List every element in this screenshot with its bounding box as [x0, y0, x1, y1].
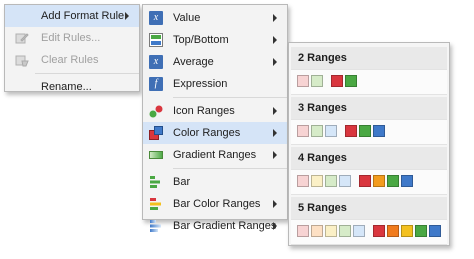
- gallery-section-title: 3 Ranges: [291, 97, 447, 119]
- light-color-range-swatch[interactable]: [311, 75, 323, 87]
- gallery-row-2-ranges: [291, 69, 447, 95]
- dark-color-range-swatch[interactable]: [401, 225, 413, 237]
- dark-color-range-swatch[interactable]: [387, 175, 399, 187]
- dark-color-range-swatch[interactable]: [359, 125, 371, 137]
- menu-item-clear-rules[interactable]: Clear Rules: [5, 49, 139, 71]
- menu-item-label: Add Format Rule: [41, 10, 125, 22]
- dark-color-range-swatch[interactable]: [429, 225, 441, 237]
- menu-item-bar[interactable]: Bar: [143, 171, 287, 193]
- gallery-section-title: 5 Ranges: [291, 197, 447, 219]
- light-color-range-swatch[interactable]: [311, 175, 323, 187]
- submenu-arrow-icon: [273, 222, 277, 230]
- menu-item-icon-ranges[interactable]: Icon Ranges: [143, 100, 287, 122]
- menu-item-label: Value: [173, 12, 201, 24]
- dark-color-range-swatch[interactable]: [401, 175, 413, 187]
- color-ranges-gallery: 2 Ranges 3 Ranges 4 Ranges 5 Ranges: [288, 42, 450, 246]
- menu-item-label: Edit Rules...: [41, 32, 101, 44]
- menu-separator: [35, 73, 139, 74]
- light-color-range-swatch[interactable]: [325, 125, 337, 137]
- menu-item-label: Bar Gradient Ranges: [173, 220, 277, 232]
- light-color-range-swatch[interactable]: [339, 225, 351, 237]
- menu-item-color-ranges[interactable]: Color Ranges: [143, 122, 287, 144]
- menu-item-add-format-rule[interactable]: Add Format Rule: [5, 5, 139, 27]
- submenu-arrow-icon: [125, 12, 129, 20]
- dark-color-range-swatch[interactable]: [387, 225, 399, 237]
- dark-color-range-swatch[interactable]: [415, 225, 427, 237]
- light-color-range-swatch[interactable]: [297, 175, 309, 187]
- gallery-section-title: 4 Ranges: [291, 147, 447, 169]
- bar-icon: [150, 176, 160, 188]
- light-color-range-swatch[interactable]: [325, 175, 337, 187]
- submenu-arrow-icon: [273, 129, 277, 137]
- format-rule-submenu: x Value Top/Bottom x Average f Expressio…: [142, 4, 288, 232]
- submenu-arrow-icon: [273, 58, 277, 66]
- menu-item-label: Rename...: [41, 81, 92, 93]
- light-color-range-swatch[interactable]: [325, 225, 337, 237]
- menu-item-expression[interactable]: f Expression: [143, 73, 287, 95]
- menu-item-label: Color Ranges: [173, 127, 241, 139]
- menu-item-bar-gradient-ranges[interactable]: Bar Gradient Ranges: [143, 215, 287, 237]
- dark-color-range-swatch[interactable]: [331, 75, 343, 87]
- menu-item-gradient-ranges[interactable]: Gradient Ranges: [143, 144, 287, 166]
- submenu-arrow-icon: [273, 200, 277, 208]
- light-color-range-swatch[interactable]: [339, 175, 351, 187]
- menu-item-value[interactable]: x Value: [143, 7, 287, 29]
- edit-rules-icon: [15, 33, 29, 44]
- top-bottom-icon: [149, 33, 163, 47]
- light-color-range-swatch[interactable]: [297, 125, 309, 137]
- menu-item-label: Bar Color Ranges: [173, 198, 261, 210]
- menu-item-label: Top/Bottom: [173, 34, 229, 46]
- menu-item-label: Gradient Ranges: [173, 149, 257, 161]
- dark-color-range-swatch[interactable]: [373, 125, 385, 137]
- gradient-ranges-icon: [149, 151, 163, 159]
- value-fx-icon: x: [149, 11, 163, 25]
- color-ranges-icon: [149, 126, 163, 140]
- dark-color-range-swatch[interactable]: [359, 175, 371, 187]
- bar-color-ranges-icon: [150, 198, 161, 210]
- menu-separator: [173, 97, 287, 98]
- light-color-range-swatch[interactable]: [311, 225, 323, 237]
- light-color-range-swatch[interactable]: [297, 225, 309, 237]
- menu-item-label: Bar: [173, 176, 191, 188]
- dark-color-range-swatch[interactable]: [345, 75, 357, 87]
- menu-item-bar-color-ranges[interactable]: Bar Color Ranges: [143, 193, 287, 215]
- gallery-row-3-ranges: [291, 119, 447, 145]
- menu-separator: [173, 168, 287, 169]
- dark-color-range-swatch[interactable]: [373, 225, 385, 237]
- dark-color-range-swatch[interactable]: [373, 175, 385, 187]
- icon-ranges-icon: [149, 105, 163, 118]
- light-color-range-swatch[interactable]: [311, 125, 323, 137]
- light-color-range-swatch[interactable]: [297, 75, 309, 87]
- average-fx-icon: x: [149, 55, 163, 69]
- submenu-arrow-icon: [273, 107, 277, 115]
- submenu-arrow-icon: [273, 36, 277, 44]
- light-color-range-swatch[interactable]: [353, 225, 365, 237]
- gallery-row-4-ranges: [291, 169, 447, 195]
- expression-fx-icon: f: [149, 77, 163, 91]
- dark-color-range-swatch[interactable]: [345, 125, 357, 137]
- gallery-section-title: 2 Ranges: [291, 47, 447, 69]
- bar-gradient-ranges-icon: [150, 220, 161, 232]
- menu-item-label: Average: [173, 56, 214, 68]
- submenu-arrow-icon: [273, 151, 277, 159]
- menu-item-average[interactable]: x Average: [143, 51, 287, 73]
- menu-item-top-bottom[interactable]: Top/Bottom: [143, 29, 287, 51]
- menu-item-label: Icon Ranges: [173, 105, 235, 117]
- menu-item-edit-rules[interactable]: Edit Rules...: [5, 27, 139, 49]
- menu-item-label: Expression: [173, 78, 228, 90]
- clear-rules-icon: [15, 55, 29, 67]
- gallery-row-5-ranges: [291, 219, 447, 245]
- context-menu: Add Format Rule Edit Rules... Clear Rule…: [4, 4, 140, 93]
- menu-item-rename[interactable]: Rename...: [5, 76, 139, 98]
- submenu-arrow-icon: [273, 14, 277, 22]
- menu-item-label: Clear Rules: [41, 54, 99, 66]
